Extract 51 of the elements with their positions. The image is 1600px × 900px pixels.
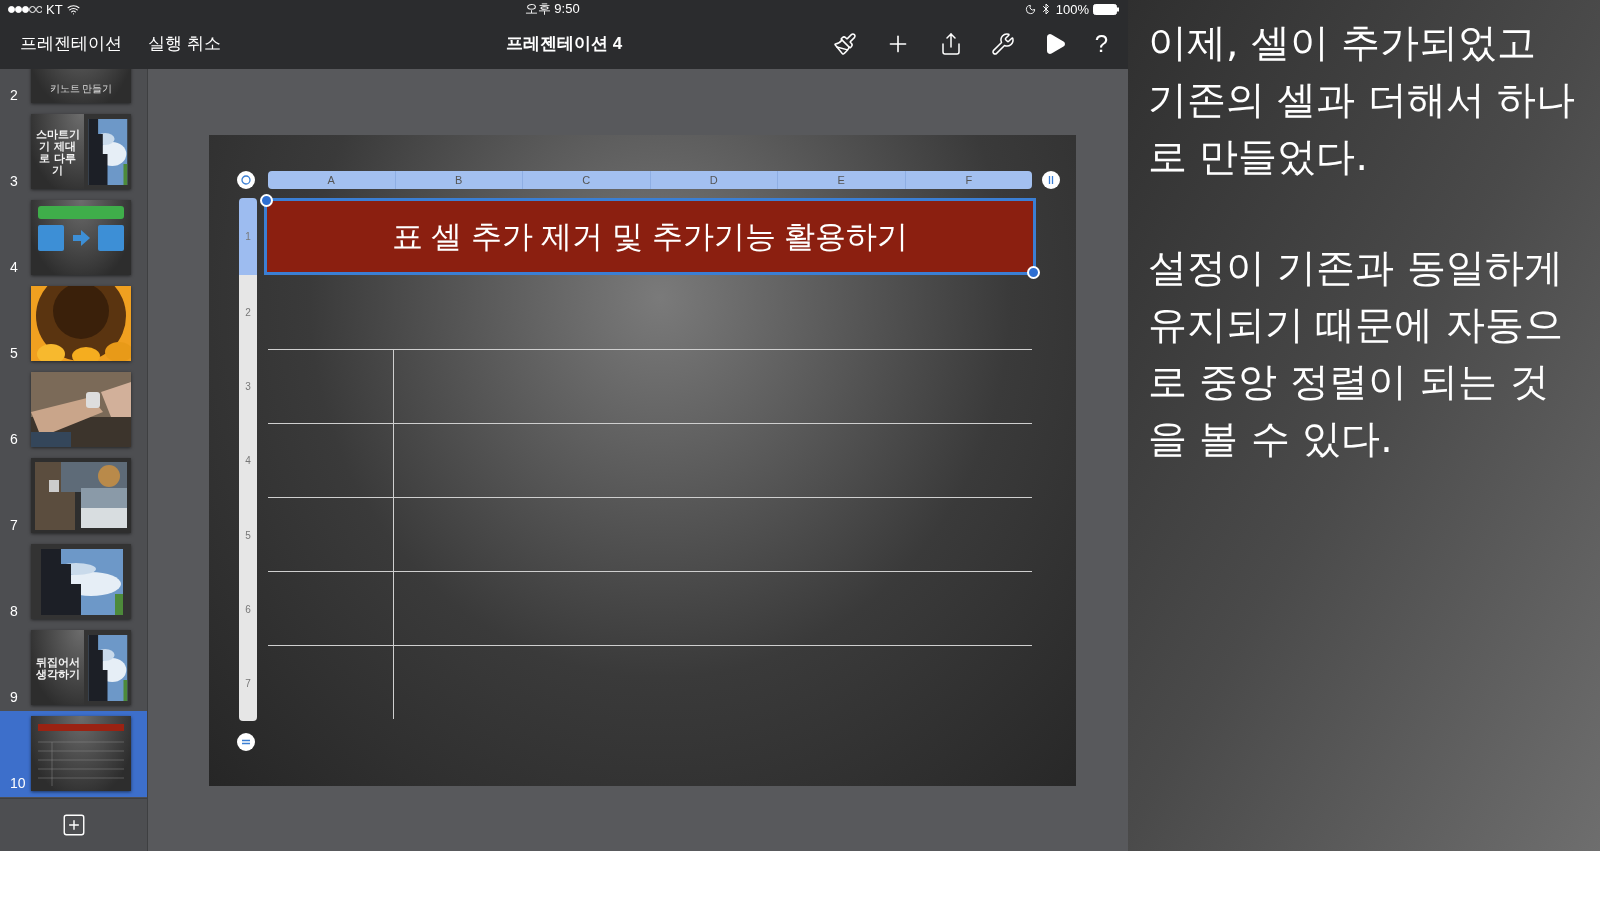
slide-item[interactable]: 9 뒤집어서 생각하기 [0, 625, 147, 711]
column-header[interactable]: E [778, 171, 906, 189]
document-title: 프레젠테이션 4 [505, 33, 623, 55]
row-header[interactable]: 6 [239, 572, 257, 647]
row-header[interactable]: 7 [239, 646, 257, 721]
slide-item[interactable]: 10 [0, 711, 147, 797]
select-table-handle[interactable] [237, 171, 255, 189]
toolbar-button[interactable]: 프레젠테이션 [20, 32, 122, 55]
wifi-icon [66, 2, 80, 16]
slide-item[interactable]: 2 키노트 만들기 [0, 69, 147, 109]
slide-number: 5 [10, 345, 19, 361]
column-header[interactable]: A [268, 171, 396, 189]
row-header[interactable]: 3 [239, 349, 257, 424]
paintbrush-icon[interactable] [832, 31, 857, 56]
note-paragraph: 이제, 셀이 추가되었고 기존의 셀과 더해서 하나로 만들었다. [1148, 19, 1577, 181]
note-paragraph: 설정이 기존과 동일하게 유지되기 때문에 자동으로 중앙 정렬이 되는 것을 볼 수 있다. [1148, 244, 1564, 463]
toolbar-button[interactable]: 실행 취소 [148, 32, 221, 55]
slide-title: 키노트 만들기 [49, 83, 113, 95]
battery-label: 100% [1055, 1, 1089, 17]
slide-number: 7 [10, 517, 19, 533]
carrier-label: KT [46, 1, 63, 17]
column-header[interactable]: C [523, 171, 651, 189]
add-column-handle[interactable] [1042, 171, 1060, 189]
slide-title: 스마트기기 제대로 다루기 [34, 127, 81, 176]
slide-number: 9 [10, 689, 19, 705]
slide-number: 3 [10, 173, 19, 189]
slide-thumbnail[interactable]: 스마트기기 제대로 다루기 [31, 114, 131, 189]
moon-icon [1024, 3, 1036, 15]
slide-thumbnail[interactable]: 키노트 만들기 [31, 69, 131, 103]
clock-label: 오후 9:50 [524, 0, 580, 18]
slide-number: 8 [10, 603, 19, 619]
column-header[interactable]: F [905, 171, 1032, 189]
selection-handle[interactable] [260, 194, 273, 207]
slide-number: 10 [10, 775, 27, 791]
slide-item[interactable]: 3 스마트기기 제대로 다루기 [0, 109, 147, 195]
add-row-handle[interactable] [237, 733, 255, 751]
row-header[interactable]: 5 [239, 497, 257, 573]
slide-number: 6 [10, 431, 19, 447]
selection-handle[interactable] [1027, 266, 1040, 279]
column-header[interactable]: B [395, 171, 523, 189]
column-header[interactable]: D [650, 171, 778, 189]
signal-icon [8, 5, 42, 13]
wrench-icon[interactable] [990, 31, 1015, 56]
slide-title: 뒤집어서 생각하기 [34, 655, 81, 680]
row-header[interactable]: 4 [239, 423, 257, 498]
battery-icon [1093, 3, 1120, 15]
slide-number: 4 [10, 259, 19, 275]
slide-number: 2 [10, 87, 19, 103]
help-button[interactable]: ? [1094, 29, 1108, 58]
slide-thumbnail[interactable]: 뒤집어서 생각하기 [31, 630, 131, 705]
row-header[interactable]: 2 [239, 275, 257, 350]
